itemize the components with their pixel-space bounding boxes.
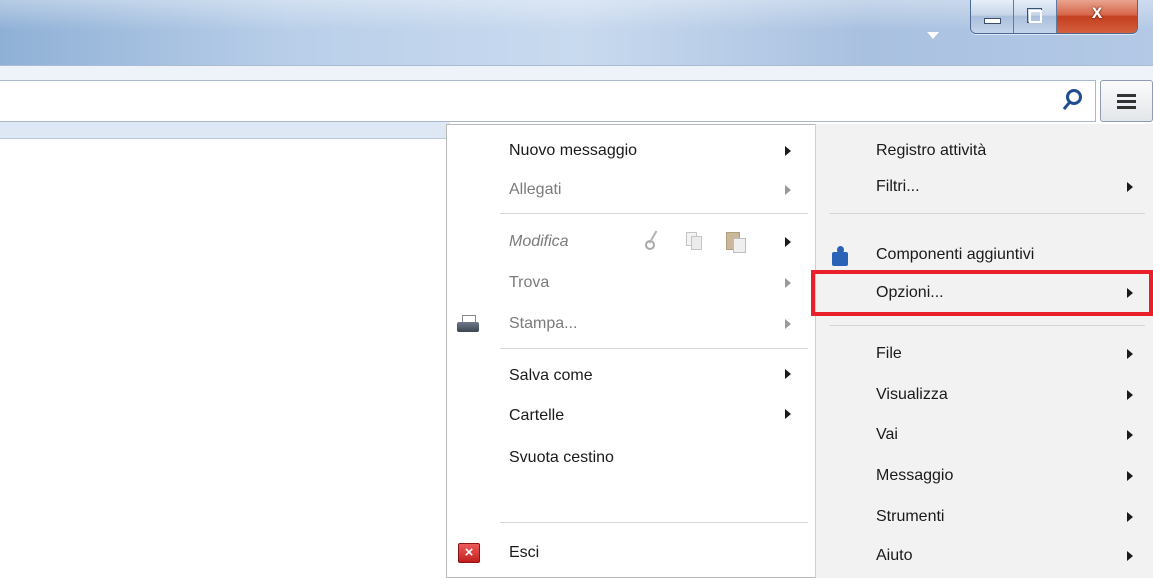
app-menu-button[interactable] — [1100, 80, 1153, 122]
submenu-arrow-icon — [785, 185, 791, 195]
minimize-icon — [984, 18, 1001, 24]
minimize-button[interactable] — [971, 0, 1014, 33]
submenu-arrow-icon — [1127, 182, 1133, 192]
submenu-arrow-icon — [1127, 512, 1133, 522]
submenu-arrow-icon — [785, 278, 791, 288]
menu-item-message[interactable]: Messaggio — [876, 461, 953, 491]
menu-item-addons[interactable]: Componenti aggiuntivi — [876, 240, 1034, 270]
scissors-icon — [644, 230, 662, 250]
submenu-arrow-icon — [1127, 430, 1133, 440]
menu-item-tools[interactable]: Strumenti — [876, 502, 944, 532]
options-highlight-box — [811, 270, 1153, 316]
menu-item-view[interactable]: Visualizza — [876, 380, 948, 410]
menu-separator — [500, 522, 808, 523]
menu-item-go[interactable]: Vai — [876, 420, 898, 450]
puzzle-icon — [830, 246, 852, 268]
hamburger-line — [1117, 106, 1136, 109]
menu-item-activity-log[interactable]: Registro attività — [876, 136, 986, 166]
app-menu-right-panel — [815, 124, 1153, 578]
menu-item-folders[interactable]: Cartelle — [509, 401, 564, 431]
menu-item-find[interactable]: Trova — [509, 268, 549, 298]
menu-separator — [829, 213, 1145, 214]
submenu-arrow-icon — [785, 369, 791, 379]
menu-separator — [500, 348, 808, 349]
menu-item-print[interactable]: Stampa... — [509, 309, 577, 339]
menu-item-empty-trash[interactable]: Svuota cestino — [509, 443, 614, 473]
menu-item-attachments[interactable]: Allegati — [509, 175, 561, 205]
submenu-arrow-icon — [1127, 551, 1133, 561]
close-button[interactable]: x — [1057, 0, 1137, 33]
window-controls: x — [970, 0, 1138, 34]
menu-item-help[interactable]: Aiuto — [876, 541, 912, 571]
folder-pane-header — [0, 122, 450, 139]
submenu-arrow-icon — [785, 237, 791, 247]
menu-item-exit[interactable]: Esci — [509, 538, 539, 568]
menu-item-edit[interactable]: Modifica — [509, 227, 569, 257]
submenu-arrow-icon — [785, 146, 791, 156]
menu-item-new-message[interactable]: Nuovo messaggio — [509, 136, 637, 166]
search-icon[interactable] — [1060, 85, 1086, 113]
submenu-arrow-icon — [785, 409, 791, 419]
toolbar — [0, 65, 1153, 80]
menu-separator — [829, 325, 1145, 326]
menu-item-filters[interactable]: Filtri... — [876, 172, 920, 202]
app-menu-left-panel — [446, 124, 816, 578]
submenu-arrow-icon — [1127, 349, 1133, 359]
close-icon: x — [1091, 2, 1103, 23]
paste-icon — [725, 228, 747, 253]
printer-icon — [456, 314, 482, 336]
copy-icon — [686, 230, 702, 250]
title-dropdown-icon[interactable] — [925, 28, 941, 42]
menu-item-save-as[interactable]: Salva come — [509, 361, 593, 391]
hamburger-line — [1117, 94, 1136, 97]
hamburger-line — [1117, 100, 1136, 103]
submenu-arrow-icon — [785, 319, 791, 329]
menu-item-file[interactable]: File — [876, 339, 902, 369]
exit-icon: × — [458, 543, 480, 563]
restore-button[interactable] — [1014, 0, 1057, 33]
submenu-arrow-icon — [1127, 390, 1133, 400]
restore-icon — [1027, 8, 1042, 23]
menu-separator — [500, 213, 808, 214]
search-input[interactable] — [0, 80, 1096, 122]
submenu-arrow-icon — [1127, 471, 1133, 481]
